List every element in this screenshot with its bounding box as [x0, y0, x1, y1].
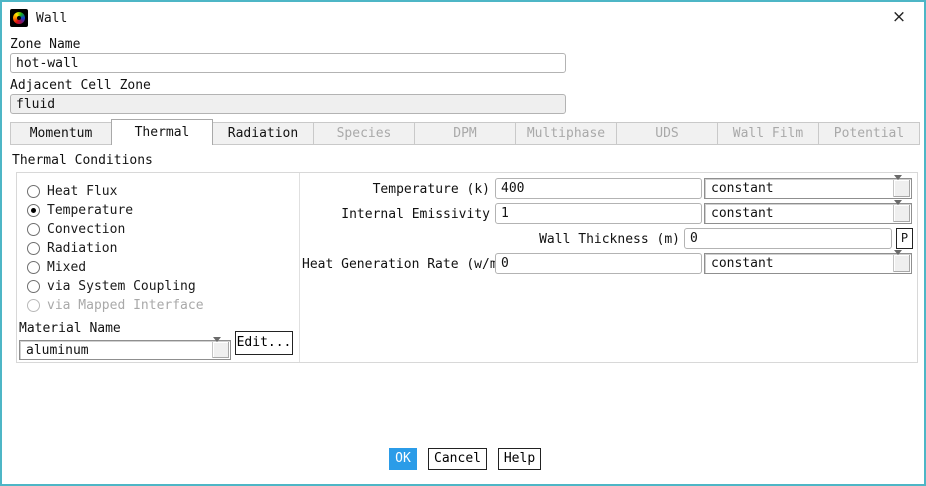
- chevron-down-icon: [894, 250, 902, 270]
- internal-emissivity-input[interactable]: [495, 203, 702, 224]
- radio-icon-disabled: [27, 299, 40, 312]
- temperature-method-combobox[interactable]: constant: [704, 178, 912, 199]
- edit-material-button[interactable]: Edit...: [235, 331, 293, 355]
- internal-emissivity-combo-dropdown-button[interactable]: [893, 205, 910, 222]
- close-icon[interactable]: ×: [890, 8, 908, 26]
- title-bar: Wall: [10, 8, 67, 28]
- material-name-value: aluminum: [26, 343, 89, 358]
- tab-uds: UDS: [616, 122, 718, 145]
- tab-wall-film: Wall Film: [717, 122, 819, 145]
- radio-temperature[interactable]: Temperature: [27, 202, 133, 218]
- heat-generation-method-combobox[interactable]: constant: [704, 253, 912, 274]
- window-title: Wall: [36, 11, 67, 26]
- radio-radiation[interactable]: Radiation: [27, 240, 117, 256]
- material-combo-dropdown-button[interactable]: [212, 342, 229, 358]
- radio-label: via System Coupling: [47, 279, 196, 294]
- heat-generation-method-value: constant: [711, 256, 774, 271]
- material-name-combobox[interactable]: aluminum: [19, 340, 231, 360]
- chevron-down-icon: [894, 175, 902, 195]
- adjacent-cell-zone-input: [10, 94, 566, 114]
- radio-label: Heat Flux: [47, 184, 117, 199]
- tab-radiation[interactable]: Radiation: [212, 122, 314, 145]
- radio-convection[interactable]: Convection: [27, 221, 125, 237]
- radio-label: Radiation: [47, 241, 117, 256]
- radio-icon[interactable]: [27, 280, 40, 293]
- internal-emissivity-method-value: constant: [711, 206, 774, 221]
- cancel-button[interactable]: Cancel: [428, 448, 487, 470]
- tab-species: Species: [313, 122, 415, 145]
- heat-generation-combo-dropdown-button[interactable]: [893, 255, 910, 272]
- radio-via-mapped-interface: via Mapped Interface: [27, 297, 204, 313]
- temperature-label: Temperature (k): [302, 182, 490, 197]
- radio-icon[interactable]: [27, 261, 40, 274]
- radio-label: Convection: [47, 222, 125, 237]
- radio-label: Mixed: [47, 260, 86, 275]
- tab-bar: Momentum Thermal Radiation Species DPM M…: [10, 119, 920, 145]
- internal-emissivity-method-combobox[interactable]: constant: [704, 203, 912, 224]
- temperature-method-value: constant: [711, 181, 774, 196]
- radio-label: Temperature: [47, 203, 133, 218]
- temperature-input[interactable]: [495, 178, 702, 199]
- wall-thickness-label: Wall Thickness (m): [492, 232, 680, 247]
- tab-momentum[interactable]: Momentum: [10, 122, 112, 145]
- radio-selected-icon[interactable]: [27, 204, 40, 217]
- radio-heat-flux[interactable]: Heat Flux: [27, 183, 117, 199]
- radio-via-system-coupling[interactable]: via System Coupling: [27, 278, 196, 294]
- tab-potential: Potential: [818, 122, 920, 145]
- material-name-label: Material Name: [19, 321, 121, 336]
- group-divider: [299, 173, 300, 362]
- temperature-combo-dropdown-button[interactable]: [893, 180, 910, 197]
- fluent-app-icon: [10, 9, 28, 27]
- radio-icon[interactable]: [27, 242, 40, 255]
- chevron-down-icon: [213, 337, 221, 357]
- help-button[interactable]: Help: [498, 448, 541, 470]
- ok-button[interactable]: OK: [389, 448, 417, 470]
- zone-name-label: Zone Name: [10, 37, 80, 52]
- wall-thickness-profile-button[interactable]: P: [896, 228, 913, 249]
- radio-icon[interactable]: [27, 185, 40, 198]
- heat-generation-rate-label: Heat Generation Rate (w/m3): [302, 257, 490, 272]
- internal-emissivity-label: Internal Emissivity: [302, 207, 490, 222]
- radio-label: via Mapped Interface: [47, 298, 204, 313]
- wall-dialog: Wall × Zone Name Adjacent Cell Zone Mome…: [0, 0, 926, 486]
- tab-dpm: DPM: [414, 122, 516, 145]
- tab-multiphase: Multiphase: [515, 122, 617, 145]
- wall-thickness-input[interactable]: [684, 228, 892, 249]
- adjacent-cell-zone-label: Adjacent Cell Zone: [10, 78, 151, 93]
- heat-generation-rate-input[interactable]: [495, 253, 702, 274]
- zone-name-input[interactable]: [10, 53, 566, 73]
- radio-mixed[interactable]: Mixed: [27, 259, 86, 275]
- tab-thermal[interactable]: Thermal: [111, 119, 213, 145]
- thermal-conditions-title: Thermal Conditions: [12, 153, 153, 168]
- chevron-down-icon: [894, 200, 902, 220]
- radio-icon[interactable]: [27, 223, 40, 236]
